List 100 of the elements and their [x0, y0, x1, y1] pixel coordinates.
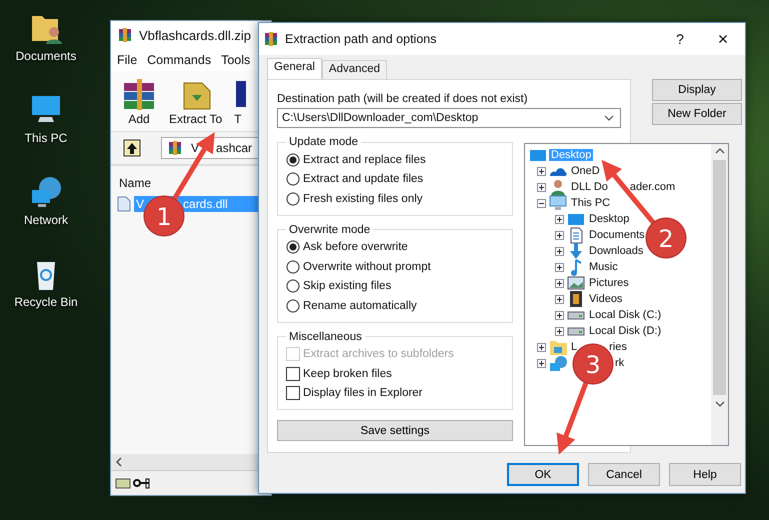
globe-monitor-icon [550, 356, 566, 370]
checkbox[interactable] [286, 366, 300, 381]
path-dropdown[interactable]: C:\Users\DllDownloader_com\Desktop [277, 108, 621, 128]
radio-button[interactable] [286, 260, 300, 274]
drive-icon [567, 310, 585, 320]
group-title: Update mode [288, 136, 360, 148]
expand-icon[interactable] [555, 230, 564, 240]
folder-icon [550, 340, 566, 354]
tree-item[interactable]: Local Disk (C:) [587, 309, 664, 321]
down-arrow-icon [569, 243, 583, 259]
tree-item[interactable]: Desktop [587, 213, 632, 225]
help-button[interactable]: ? [665, 31, 695, 47]
desktop-icon-label[interactable]: Network [24, 213, 68, 227]
expand-icon[interactable] [555, 246, 564, 256]
monitor-icon [549, 195, 567, 211]
dropdown-caret-icon[interactable] [604, 115, 614, 121]
expand-icon[interactable] [537, 342, 546, 352]
tree-item[interactable]: This PC [569, 197, 612, 209]
toolbar-button-label[interactable]: Add [128, 112, 150, 126]
desktop-icon-label[interactable]: Recycle Bin [14, 295, 78, 309]
picture-icon [567, 276, 585, 290]
file-name: V [136, 197, 144, 211]
option-label[interactable]: Rename automatically [303, 300, 417, 312]
path-text: ashcar [216, 141, 252, 155]
dialog-button[interactable]: Help [669, 463, 741, 486]
radio-button[interactable] [286, 298, 300, 313]
scroll-up-icon[interactable] [714, 148, 724, 154]
toolbar-button-label[interactable]: Extract To [169, 112, 222, 126]
menu-item[interactable]: File [117, 53, 138, 67]
option-label[interactable]: Extract and update files [303, 173, 424, 186]
vertical-scrollbar[interactable] [711, 144, 728, 445]
tree-item[interactable]: Documents [587, 229, 647, 241]
option-label[interactable]: Fresh existing files only [303, 192, 423, 205]
expand-icon[interactable] [537, 182, 546, 192]
tree-item[interactable]: Downloads [587, 245, 646, 257]
tree-item[interactable]: Videos [587, 293, 624, 305]
dialog-button[interactable]: OK [507, 463, 579, 486]
expand-icon[interactable] [555, 214, 564, 224]
scroll-left-icon[interactable] [115, 457, 123, 467]
tree-item[interactable]: Local Disk (D:) [587, 325, 664, 337]
tab[interactable]: Advanced [322, 60, 388, 79]
desktop-icon-label[interactable]: This PC [24, 131, 68, 145]
expand-icon[interactable] [555, 294, 564, 304]
tab[interactable]: General [267, 58, 322, 79]
tree-item-text[interactable]: ader.com [630, 181, 676, 193]
dialog-title: Extraction path and options [285, 32, 438, 46]
step-number-badge: 2 [646, 218, 686, 258]
up-folder-icon[interactable] [123, 139, 141, 157]
expand-icon[interactable] [555, 326, 564, 336]
drive-key-icon [115, 476, 151, 490]
expand-icon[interactable] [537, 358, 546, 368]
save-settings-button[interactable]: Save settings [277, 420, 513, 441]
tree-item[interactable]: OneD [569, 165, 602, 177]
dialog-button[interactable]: Cancel [588, 463, 660, 486]
radio-button[interactable] [286, 172, 300, 186]
expand-icon[interactable] [555, 310, 564, 320]
option-label[interactable]: Extract and replace files [303, 154, 426, 166]
tree-item[interactable]: Music [587, 261, 620, 273]
expand-icon[interactable] [537, 166, 546, 176]
desktop-icon-label[interactable]: Documents [16, 49, 76, 63]
toolbar-button-label[interactable]: T [234, 112, 242, 126]
document-icon [569, 226, 583, 244]
scroll-down-icon[interactable] [714, 401, 724, 407]
tree-item-text[interactable]: DLL Do [571, 181, 608, 193]
side-button[interactable]: Display [652, 79, 742, 101]
step-number-badge: 1 [144, 196, 184, 236]
group-title: Miscellaneous [288, 330, 363, 342]
menu-item[interactable]: Commands [147, 53, 212, 67]
scroll-thumb[interactable] [713, 160, 726, 395]
group-title: Overwrite mode [288, 224, 372, 236]
film-icon [570, 291, 582, 307]
tree-item-text[interactable]: L [571, 341, 578, 353]
option-label[interactable]: Skip existing files [303, 280, 392, 292]
cloud-icon [549, 166, 567, 176]
tree-item[interactable]: DLL Do ader.com [569, 181, 678, 193]
expand-icon[interactable] [555, 278, 564, 288]
tree-item-text[interactable]: ries [609, 341, 627, 353]
column-header[interactable]: Name [119, 176, 152, 190]
checkbox[interactable] [286, 386, 300, 400]
callout-arrow [172, 132, 215, 200]
music-note-icon [570, 258, 582, 276]
archive-icon [117, 27, 133, 43]
radio-button[interactable] [286, 279, 300, 294]
tree-item[interactable]: L ries [569, 341, 629, 353]
radio-button[interactable] [286, 152, 300, 167]
expand-icon[interactable] [555, 262, 564, 272]
radio-button[interactable] [286, 240, 300, 254]
menu-item[interactable]: Tools [221, 53, 250, 67]
option-label[interactable]: Display files in Explorer [303, 387, 423, 400]
radio-button[interactable] [286, 192, 300, 206]
close-button[interactable]: × [701, 28, 745, 50]
option-label[interactable]: Ask before overwrite [303, 241, 408, 254]
archive-icon [263, 31, 279, 47]
option-label[interactable]: Keep broken files [303, 368, 392, 380]
option-label[interactable]: Overwrite without prompt [303, 260, 431, 273]
tree-item[interactable]: Pictures [587, 277, 631, 289]
file-icon[interactable] [117, 196, 131, 212]
person-icon [550, 178, 566, 196]
side-button[interactable]: New Folder [652, 103, 742, 125]
collapse-icon[interactable] [537, 198, 546, 208]
